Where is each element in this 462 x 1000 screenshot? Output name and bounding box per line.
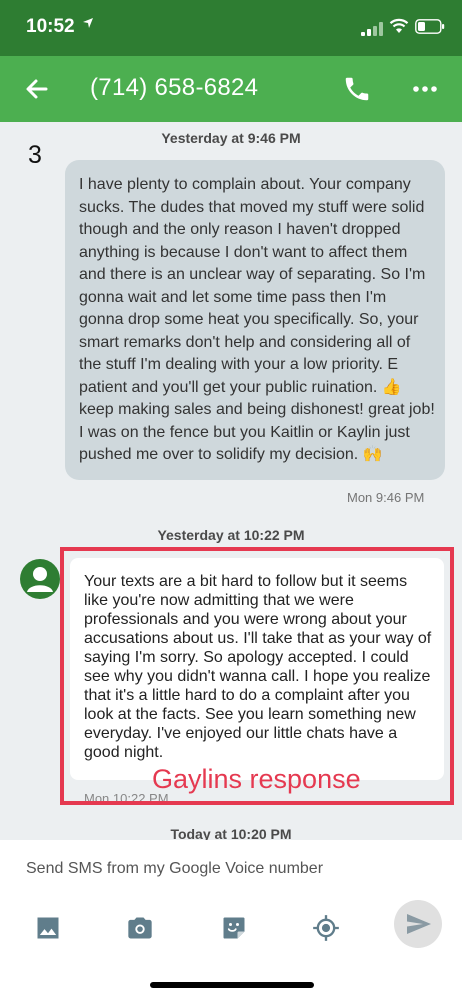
date-header: Yesterday at 10:22 PM bbox=[157, 527, 305, 543]
incoming-message-bubble[interactable]: I have plenty to complain about. Your co… bbox=[65, 160, 445, 480]
signal-icon bbox=[361, 22, 383, 36]
badge-number: 3 bbox=[28, 141, 42, 169]
composer: Send SMS from my Google Voice number bbox=[0, 840, 462, 1000]
send-icon bbox=[407, 914, 431, 934]
message-text: I have plenty to complain about. Your co… bbox=[79, 176, 435, 463]
sticker-icon[interactable] bbox=[220, 914, 248, 942]
message-input[interactable]: Send SMS from my Google Voice number bbox=[26, 860, 323, 878]
avatar[interactable] bbox=[20, 559, 60, 599]
image-icon[interactable] bbox=[34, 914, 62, 942]
battery-icon bbox=[415, 19, 445, 34]
back-arrow-icon[interactable] bbox=[22, 74, 52, 104]
screen: 10:52 (714) 658-6824 Yesterday at 9:46 P… bbox=[0, 0, 462, 1000]
app-bar: (714) 658-6824 bbox=[0, 56, 462, 122]
contact-title: (714) 658-6824 bbox=[90, 74, 259, 101]
message-time: Mon 9:46 PM bbox=[347, 490, 425, 505]
location-icon[interactable] bbox=[312, 914, 340, 942]
home-indicator[interactable] bbox=[150, 982, 314, 988]
annotation-label: Gaylins response bbox=[152, 764, 361, 794]
date-header: Yesterday at 9:46 PM bbox=[161, 130, 301, 146]
more-icon[interactable] bbox=[412, 78, 438, 100]
location-arrow-icon bbox=[82, 16, 94, 32]
phone-icon[interactable] bbox=[342, 73, 372, 105]
status-time: 10:52 bbox=[26, 16, 75, 37]
status-bar: 10:52 bbox=[0, 0, 462, 56]
send-button[interactable] bbox=[394, 900, 442, 948]
camera-icon[interactable] bbox=[126, 914, 154, 942]
wifi-icon bbox=[389, 18, 409, 33]
